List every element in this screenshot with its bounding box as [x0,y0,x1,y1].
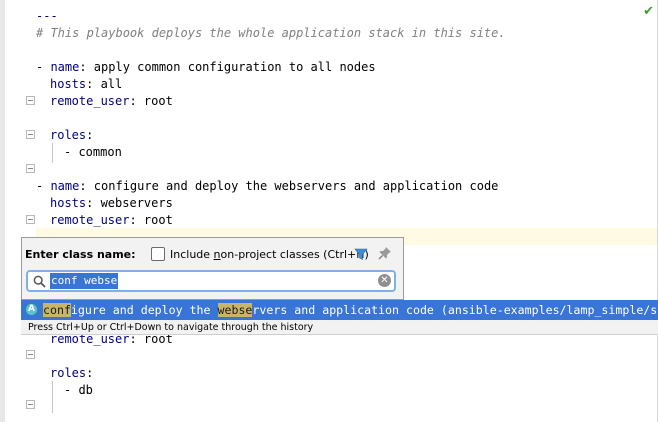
clear-icon[interactable]: ✕ [378,274,391,287]
fold-marker-icon[interactable] [26,350,35,359]
ansible-play-icon: A [25,303,38,316]
search-input-value[interactable]: conf webse [50,273,119,289]
result-text-part: igure and deploy the [70,303,218,317]
yaml-value: : [86,366,94,380]
label-text: on-project classes (Ctrl+N) [220,248,369,261]
yaml-key: roles [50,366,87,380]
fold-marker-icon[interactable] [26,130,35,139]
label-mnemonic: n [213,248,221,261]
code-text: --- [36,9,58,23]
match-highlight: webse [217,303,253,317]
include-non-project-checkbox[interactable] [151,247,165,261]
yaml-key: remote_user [50,94,130,108]
code-line[interactable]: - name: configure and deploy the webserv… [36,178,498,195]
include-non-project-label[interactable]: Include non-project classes (Ctrl+N) [170,248,369,261]
result-text-part: rvers and application code (ansible-exam… [252,303,658,317]
code-line[interactable]: - name: apply common configuration to al… [36,59,376,76]
yaml-value: : root [129,213,173,227]
yaml-key: name [50,179,80,193]
fold-marker-icon[interactable] [26,96,35,105]
yaml-key: hosts [50,77,87,91]
code-line[interactable]: remote_user: root [50,212,173,229]
yaml-key: name [50,60,80,74]
code-line[interactable]: - db [64,382,93,399]
code-line[interactable]: - common [64,144,122,161]
code-line[interactable]: # This playbook deploys the whole applic… [36,25,506,42]
code-line[interactable]: roles: [50,365,93,382]
code-line[interactable]: hosts: webservers [50,195,173,212]
navigation-hint: Press Ctrl+Up or Ctrl+Down to navigate t… [21,320,658,335]
code-line[interactable]: --- [36,8,58,25]
match-highlight: conf [43,303,71,317]
code-text: - [36,179,51,193]
yaml-key: remote_user [50,213,130,227]
code-line[interactable]: roles: [50,127,93,144]
yaml-value: : root [129,94,173,108]
pin-icon[interactable] [378,246,392,260]
popup-title: Enter class name: [25,248,136,261]
yaml-key: hosts [50,196,87,210]
yaml-value: : apply common configuration to all node… [79,60,376,74]
code-line[interactable]: remote_user: root [50,93,173,110]
search-icon [33,275,46,288]
class-search-input[interactable]: conf webse ✕ [26,270,396,292]
code-line[interactable]: hosts: all [50,76,122,93]
check-icon: ✔ [643,4,654,19]
yaml-value: : configure and deploy the webservers an… [79,179,499,193]
filter-icon[interactable] [354,247,368,261]
yaml-value: : all [86,77,123,91]
fold-marker-icon[interactable] [26,164,35,173]
code-text: - [36,60,51,74]
yaml-value: : [86,128,94,142]
yaml-value: : webservers [86,196,173,210]
yaml-key: roles [50,128,87,142]
goto-class-popup: Enter class name: Include non-project cl… [21,237,404,300]
code-editor[interactable]: ✔ --- # This playbook deploys the whole … [0,0,658,422]
result-item-label: configure and deploy the webservers and … [43,302,657,318]
fold-marker-icon[interactable] [26,215,35,224]
result-item-selected[interactable]: A configure and deploy the webservers an… [21,300,658,320]
label-text: Include [170,248,214,261]
indent-guide [52,143,53,163]
fold-marker-icon[interactable] [26,400,35,409]
indent-guide [52,381,53,413]
